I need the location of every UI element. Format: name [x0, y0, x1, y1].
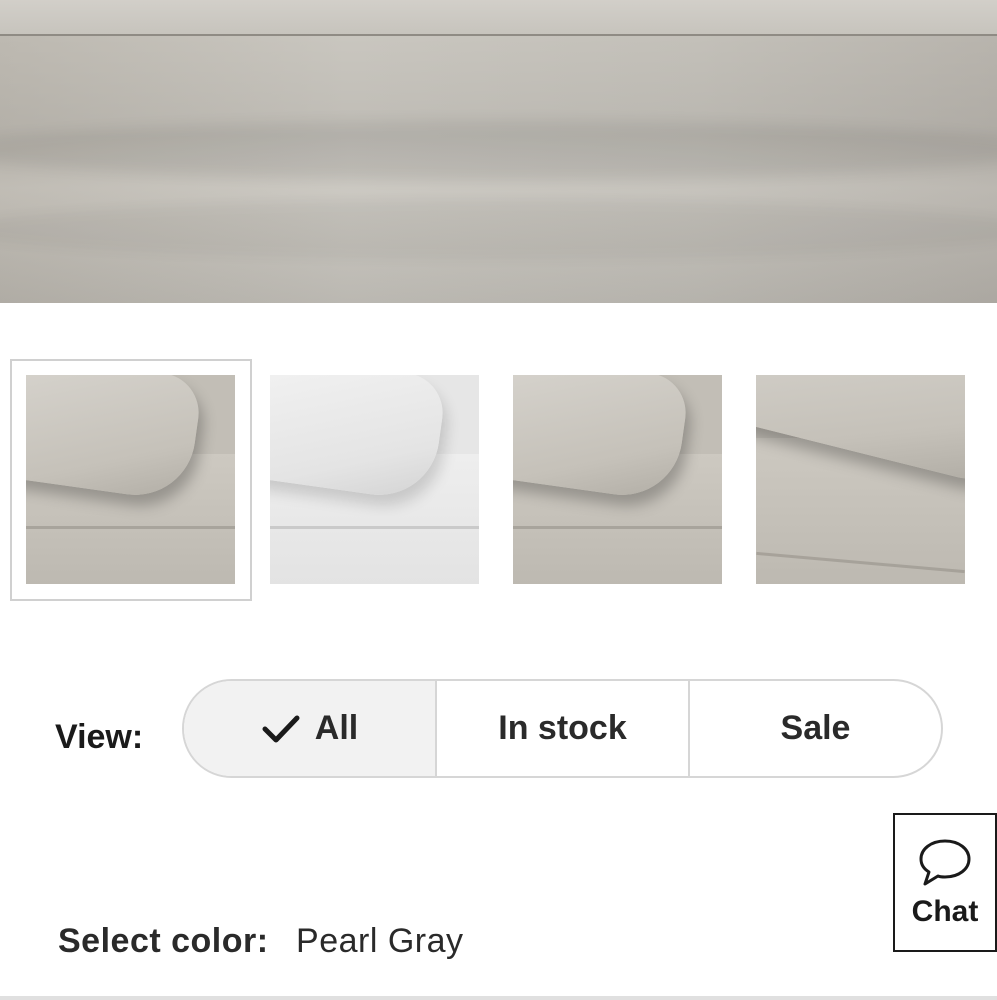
- thumbnail-2[interactable]: [270, 375, 479, 584]
- selected-color-value: Pearl Gray: [296, 922, 464, 960]
- filter-option-all[interactable]: All: [184, 681, 437, 776]
- chat-button[interactable]: Chat: [893, 813, 997, 952]
- thumbnail-gallery: [10, 359, 990, 601]
- filter-option-in-stock[interactable]: In stock: [437, 681, 690, 776]
- product-page: View: All In stock Sale Chat Select colo…: [0, 0, 997, 1000]
- chat-bubble-icon: [919, 839, 971, 885]
- view-filter-label: View:: [55, 718, 144, 756]
- color-selection: Select color: Pearl Gray: [58, 922, 464, 961]
- color-label: Select color:: [58, 922, 269, 960]
- thumbnail-3[interactable]: [513, 375, 722, 584]
- view-filter-segmented-control: All In stock Sale: [182, 679, 943, 778]
- thumbnail-1[interactable]: [26, 375, 235, 584]
- filter-option-label: Sale: [780, 709, 851, 747]
- product-hero-image: [0, 0, 997, 303]
- filter-option-label: In stock: [498, 709, 627, 747]
- sheet-fold: [0, 0, 997, 36]
- filter-option-label: All: [314, 709, 359, 747]
- thumbnail-4[interactable]: [756, 375, 965, 584]
- divider: [0, 996, 997, 1000]
- filter-option-sale[interactable]: Sale: [690, 681, 941, 776]
- checkmark-icon: [262, 715, 300, 742]
- chat-label: Chat: [911, 894, 979, 928]
